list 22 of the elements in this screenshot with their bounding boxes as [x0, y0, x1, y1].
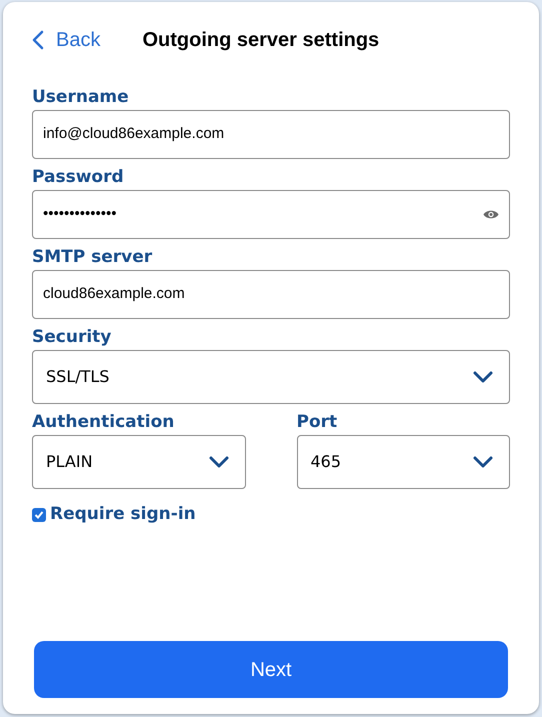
field-label: SMTP server	[32, 246, 152, 268]
eye-icon[interactable]	[483, 209, 499, 220]
chevron-down-icon	[473, 456, 493, 468]
field-label: Authentication	[32, 411, 174, 433]
field-label: Port	[296, 411, 338, 433]
next-button[interactable]: Next	[34, 641, 508, 698]
field-label: Username	[32, 86, 129, 108]
input-field[interactable]: info@cloud86example.com	[32, 110, 510, 159]
checkbox[interactable]	[32, 508, 46, 522]
chevron-down-icon	[473, 371, 493, 383]
chevron-left-icon	[32, 30, 44, 50]
password-field[interactable]: ••••••••••••••	[32, 190, 510, 239]
back-link[interactable]: Back	[32, 25, 100, 55]
select-dropdown[interactable]: SSL/TLS	[32, 350, 510, 404]
field-label: Security	[32, 326, 112, 348]
select-dropdown[interactable]: PLAIN	[32, 435, 246, 489]
field-label: Password	[32, 166, 124, 188]
input-field[interactable]: cloud86example.com	[32, 270, 510, 319]
chevron-down-icon	[208, 456, 228, 468]
select-dropdown[interactable]: 465	[296, 435, 510, 489]
checkbox-label: Require sign-in	[50, 503, 196, 526]
page-title: Outgoing server settings	[142, 28, 380, 53]
